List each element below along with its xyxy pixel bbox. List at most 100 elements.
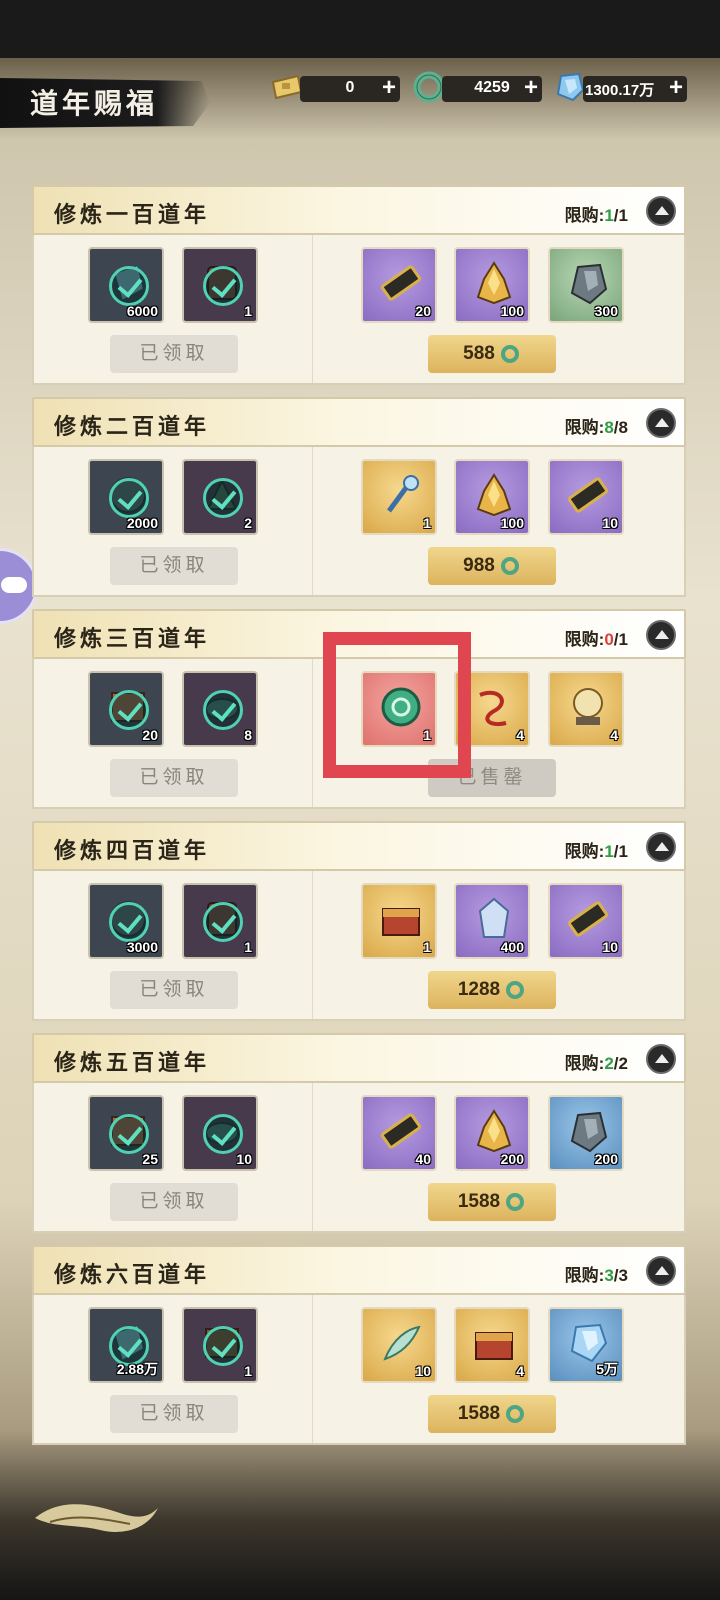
card-body: 6000 1 已领取 20 100 300 588: [32, 235, 686, 385]
free-reward-item[interactable]: 3000: [88, 883, 164, 959]
divider: [312, 871, 313, 1019]
purchase-limit: 限购:2/2: [564, 1054, 628, 1073]
card-body: 20 8 已领取 1 4 4 已售罄: [32, 659, 686, 809]
paid-reward-item[interactable]: 100: [454, 247, 530, 323]
treasure-chest-icon: [382, 908, 420, 936]
package-card: 修炼一百道年 限购:1/1 6000 1 已领取 20 100 300 588: [32, 185, 686, 390]
jade-ring-icon: [506, 1404, 525, 1423]
paid-reward-item[interactable]: 40: [361, 1095, 437, 1171]
claimed-button[interactable]: 已领取: [110, 759, 238, 797]
paid-reward-item[interactable]: 1: [361, 671, 437, 747]
jade-ring-icon: [500, 344, 519, 363]
currency-spirit-stone: 1300.17万 +: [583, 74, 687, 102]
jade-staff-icon: [386, 475, 419, 513]
sold-out-button: 已售罄: [428, 759, 556, 797]
check-icon: [109, 266, 149, 306]
free-reward-item[interactable]: 1: [182, 883, 258, 959]
paid-reward-item[interactable]: 5万: [548, 1307, 624, 1383]
free-reward-item[interactable]: 1: [182, 247, 258, 323]
iron-ore-icon: [570, 263, 608, 305]
paid-reward-item[interactable]: 4: [454, 1307, 530, 1383]
check-icon: [203, 266, 243, 306]
free-reward-item[interactable]: 25: [88, 1095, 164, 1171]
free-reward-item[interactable]: 2: [182, 459, 258, 535]
buy-button[interactable]: 588: [428, 335, 556, 373]
collapse-button[interactable]: [646, 408, 676, 438]
free-reward-item[interactable]: 10: [182, 1095, 258, 1171]
treasure-chest-icon: [475, 1332, 513, 1360]
package-card: 修炼五百道年 限购:2/2 25 10 已领取 40 200 200 1588: [32, 1033, 686, 1238]
paid-reward-item[interactable]: 1: [361, 459, 437, 535]
check-icon: [109, 902, 149, 942]
check-icon: [109, 690, 149, 730]
free-reward-item[interactable]: 8: [182, 671, 258, 747]
red-cord-icon: [479, 691, 507, 726]
card-title: 修炼六百道年: [54, 1262, 211, 1288]
free-reward-item[interactable]: 6000: [88, 247, 164, 323]
free-reward-item[interactable]: 20: [88, 671, 164, 747]
jade-ring-icon: [506, 1192, 525, 1211]
buy-button[interactable]: 1288: [428, 971, 556, 1009]
claimed-button[interactable]: 已领取: [110, 971, 238, 1009]
collapse-button[interactable]: [646, 1044, 676, 1074]
paid-reward-item[interactable]: 10: [548, 459, 624, 535]
collapse-button[interactable]: [646, 620, 676, 650]
card-body: 2.88万 1 已领取 10 4 5万 1588: [32, 1295, 686, 1445]
card-header: 修炼六百道年 限购:3/3: [32, 1245, 686, 1295]
paid-reward-item[interactable]: 100: [454, 459, 530, 535]
ink-brush-logo: [35, 1504, 158, 1532]
paid-reward-item[interactable]: 300: [548, 247, 624, 323]
buy-button[interactable]: 1588: [428, 1395, 556, 1433]
paid-reward-item[interactable]: 200: [454, 1095, 530, 1171]
collapse-button[interactable]: [646, 1256, 676, 1286]
collapse-button[interactable]: [646, 196, 676, 226]
card-title: 修炼四百道年: [54, 838, 211, 864]
claimed-button[interactable]: 已领取: [110, 1183, 238, 1221]
claimed-button[interactable]: 已领取: [110, 335, 238, 373]
free-reward-item[interactable]: 2000: [88, 459, 164, 535]
claimed-button[interactable]: 已领取: [110, 1395, 238, 1433]
jade-ring-icon: [500, 556, 519, 575]
crystal-orb-icon: [573, 688, 603, 725]
add-ticket-button[interactable]: +: [382, 74, 396, 102]
paid-reward-item[interactable]: 10: [361, 1307, 437, 1383]
card-header: 修炼五百道年 限购:2/2: [32, 1033, 686, 1083]
divider: [312, 659, 313, 807]
claimed-button[interactable]: 已领取: [110, 547, 238, 585]
divider: [312, 1083, 313, 1231]
paid-reward-item[interactable]: 4: [454, 671, 530, 747]
ticket-icon: [271, 74, 303, 100]
add-spirit-stone-button[interactable]: +: [669, 74, 683, 102]
add-jade-button[interactable]: +: [524, 74, 538, 102]
page-title: 道年赐福: [30, 87, 159, 120]
paid-reward-item[interactable]: 20: [361, 247, 437, 323]
card-title: 修炼一百道年: [54, 202, 211, 228]
spirit-stone-icon: [556, 72, 585, 102]
free-reward-item[interactable]: 1: [182, 1307, 258, 1383]
golden-ore-icon: [476, 1109, 512, 1153]
golden-ore-icon: [476, 261, 512, 305]
check-icon: [109, 478, 149, 518]
paid-reward-item[interactable]: 4: [548, 671, 624, 747]
paid-reward-item[interactable]: 400: [454, 883, 530, 959]
paid-reward-item[interactable]: 200: [548, 1095, 624, 1171]
top-bar: 道年赐福 0 + 4259 + 1300.17万 +: [0, 58, 720, 158]
card-header: 修炼三百道年 限购:0/1: [32, 609, 686, 659]
free-reward-item[interactable]: 2.88万: [88, 1307, 164, 1383]
card-title: 修炼二百道年: [54, 414, 211, 440]
card-header: 修炼一百道年 限购:1/1: [32, 185, 686, 235]
paid-reward-item[interactable]: 10: [548, 883, 624, 959]
buy-button[interactable]: 1588: [428, 1183, 556, 1221]
buy-button[interactable]: 988: [428, 547, 556, 585]
iron-ore-icon: [570, 1111, 608, 1153]
paid-reward-item[interactable]: 1: [361, 883, 437, 959]
check-icon: [203, 478, 243, 518]
card-body: 25 10 已领取 40 200 200 1588: [32, 1083, 686, 1233]
collapse-button[interactable]: [646, 832, 676, 862]
check-icon: [203, 1114, 243, 1154]
package-card: 修炼二百道年 限购:8/8 2000 2 已领取 1 100 10 988: [32, 397, 686, 602]
jade-ring-icon: [506, 980, 525, 999]
jade-coin-icon: [381, 687, 421, 727]
card-header: 修炼二百道年 限购:8/8: [32, 397, 686, 447]
package-list[interactable]: 修炼一百道年 限购:1/1 6000 1 已领取 20 100 300 588 修炼…: [32, 185, 686, 1447]
